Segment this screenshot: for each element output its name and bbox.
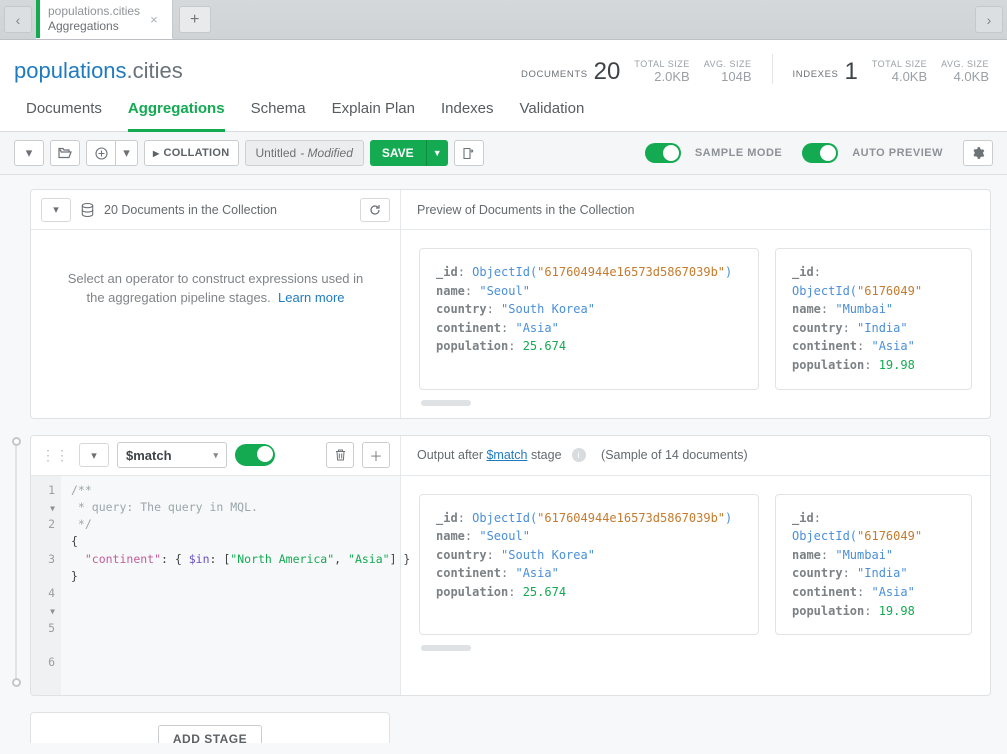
settings-button[interactable] (963, 140, 993, 166)
tab-validation[interactable]: Validation (520, 100, 585, 131)
tab-documents[interactable]: Documents (26, 100, 102, 131)
folder-open-icon (58, 147, 72, 159)
stat-total-size: TOTAL SIZE 2.0KB (634, 59, 689, 84)
stat-indexes: INDEXES 1 (793, 60, 858, 84)
tab-db-coll: populations.cities (48, 4, 140, 19)
source-count-text: 20 Documents in the Collection (104, 203, 277, 217)
stats-divider (772, 54, 773, 84)
document-card[interactable]: _id: ObjectId("617604944e16573d5867039b"… (419, 248, 759, 390)
refresh-icon (369, 204, 381, 216)
tab-aggregations[interactable]: Aggregations (128, 100, 225, 132)
document-card[interactable]: _id: ObjectId("6176049"name: "Mumbai"cou… (775, 248, 972, 390)
sample-mode-toggle[interactable] (645, 143, 681, 163)
save-dropdown[interactable]: ▼ (426, 140, 448, 166)
stage-collapse-button[interactable]: ▾ (79, 443, 109, 467)
new-tab-button[interactable]: + (179, 6, 211, 33)
refresh-button[interactable] (360, 198, 390, 222)
pipeline-name-field[interactable]: Untitled- Modified (245, 140, 364, 166)
stat-idx-avg-size: AVG. SIZE 4.0KB (941, 59, 989, 84)
export-button[interactable] (454, 140, 484, 166)
add-stage-button[interactable]: ADD STAGE (158, 725, 262, 743)
stat-documents-label: DOCUMENTS (521, 69, 588, 80)
tab-nav-prev[interactable]: ‹ (4, 6, 32, 33)
auto-preview-label: AUTO PREVIEW (852, 147, 943, 159)
open-button[interactable] (50, 140, 80, 166)
add-stage-after-button[interactable]: ＋ (362, 442, 390, 468)
tab-schema[interactable]: Schema (251, 100, 306, 131)
source-collapse-button[interactable]: ▾ (41, 198, 71, 222)
toolbar-caret-button[interactable]: ▾ (14, 140, 44, 166)
document-card[interactable]: _id: ObjectId("617604944e16573d5867039b"… (419, 494, 759, 636)
plus-circle-icon (95, 147, 108, 160)
source-panel: ▾ 20 Documents in the Collection Preview… (30, 189, 991, 419)
stat-idx-total-size: TOTAL SIZE 4.0KB (872, 59, 927, 84)
stage-panel: ⋮⋮ ▾ $match▾ ＋ Output after $match stage… (30, 435, 991, 696)
new-pipeline-dropdown[interactable]: ▾ (116, 140, 138, 166)
namespace-coll: .cities (127, 58, 183, 83)
namespace-db: populations (14, 58, 127, 83)
namespace-title: populations.cities (14, 58, 183, 84)
operator-placeholder: Select an operator to construct expressi… (31, 230, 401, 418)
tab-explain-plan[interactable]: Explain Plan (332, 100, 415, 131)
tab-subtitle: Aggregations (48, 19, 140, 34)
workspace-tab[interactable]: populations.cities Aggregations × (36, 0, 173, 39)
gear-icon (971, 146, 985, 160)
auto-preview-toggle[interactable] (802, 143, 838, 163)
tab-nav-next[interactable]: › (975, 6, 1003, 33)
sample-count-text: (Sample of 14 documents) (601, 448, 748, 462)
stat-documents-value: 20 (594, 60, 621, 84)
stage-rail-line (15, 446, 17, 678)
stage-rail-dot (12, 437, 21, 446)
drag-handle-icon[interactable]: ⋮⋮ (41, 447, 71, 464)
output-text: Output after $match stage (417, 448, 562, 462)
delete-stage-button[interactable] (326, 442, 354, 468)
tab-close-icon[interactable]: × (150, 12, 158, 27)
learn-more-link[interactable]: Learn more (278, 290, 344, 305)
sample-mode-label: SAMPLE MODE (695, 147, 782, 159)
stage-editor[interactable]: 1 ▼2 3 4 ▼5 6 /** * query: The query in … (31, 476, 401, 695)
scroll-indicator (421, 645, 471, 651)
scroll-indicator (421, 400, 471, 406)
document-card[interactable]: _id: ObjectId("6176049"name: "Mumbai"cou… (775, 494, 972, 636)
tab-indexes[interactable]: Indexes (441, 100, 494, 131)
database-icon (81, 203, 94, 217)
stat-documents: DOCUMENTS 20 (521, 60, 620, 84)
new-pipeline-button[interactable] (86, 140, 116, 166)
stat-avg-size: AVG. SIZE 104B (704, 59, 752, 84)
save-button[interactable]: SAVE (370, 140, 426, 166)
trash-icon (335, 449, 346, 461)
stage-operator-link[interactable]: $match (486, 448, 527, 462)
info-icon[interactable]: i (572, 448, 586, 462)
collation-button[interactable]: ▶COLLATION (144, 140, 239, 166)
stage-operator-select[interactable]: $match▾ (117, 442, 227, 468)
export-icon (462, 147, 475, 160)
preview-title: Preview of Documents in the Collection (401, 203, 634, 217)
stage-rail-dot (12, 678, 21, 687)
stage-enabled-toggle[interactable] (235, 444, 275, 466)
